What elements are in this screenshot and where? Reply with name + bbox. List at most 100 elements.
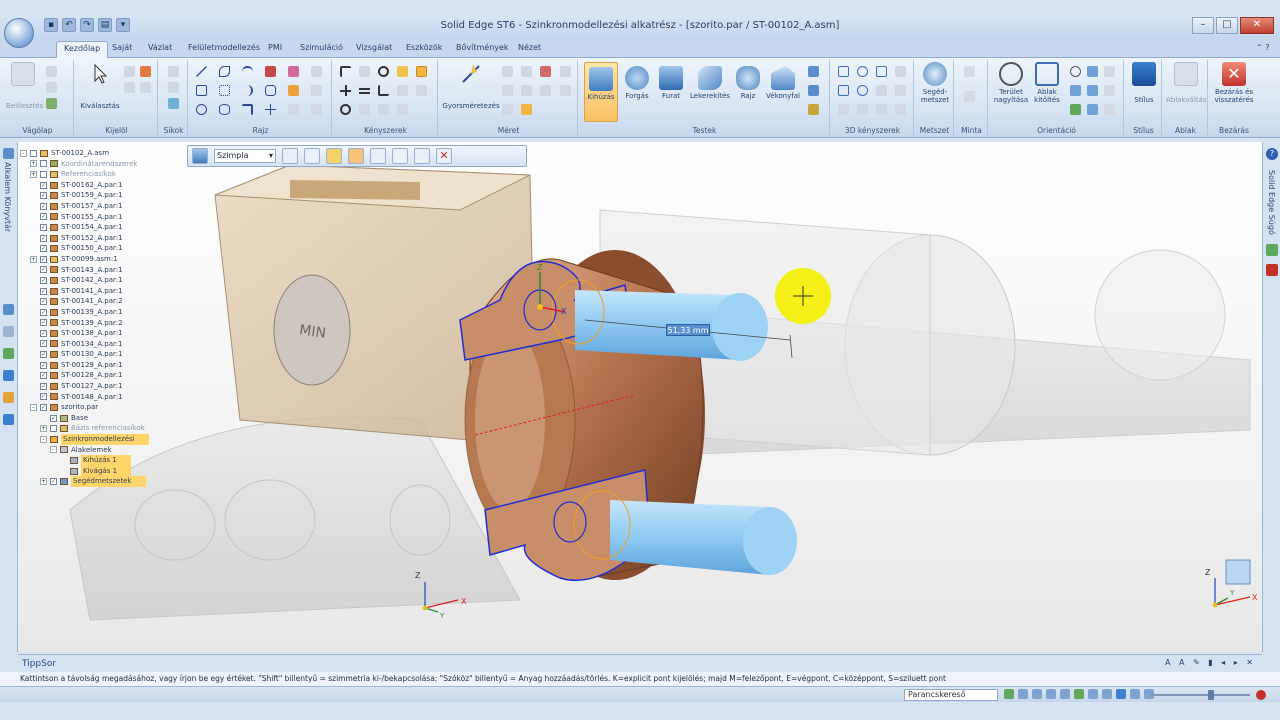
library-icon[interactable] [3,148,14,159]
tree-item[interactable]: + Bázis referenciasíkok [20,423,180,434]
select-box-icon[interactable] [124,66,135,77]
tree-item[interactable]: ✓ ST-00128_A.par:1 [20,370,180,381]
section-button[interactable]: Segéd-metszet [918,62,952,104]
status-section-icon[interactable] [1130,689,1140,699]
tree-item[interactable]: ✓ Base [20,413,180,424]
visibility-checkbox[interactable]: ✓ [40,276,47,284]
tree-item[interactable]: ✓ ST-00162_A.par:1 [20,180,180,191]
symmetric-3d-icon[interactable] [876,85,887,96]
curve-icon[interactable] [219,66,230,77]
bottom-cylinder-end[interactable] [743,507,797,575]
dim-table-icon[interactable] [521,104,532,115]
dimension-value-input[interactable]: 51,33 mm [666,324,710,336]
perpendicular-3d-icon[interactable] [895,66,906,77]
visibility-checkbox[interactable]: ✓ [40,340,47,348]
concentric-3d-icon[interactable] [857,85,868,96]
tree-item[interactable]: ✓ ST-00127_A.par:1 [20,381,180,392]
expand-icon[interactable]: + [40,425,47,433]
rotate-icon[interactable] [397,104,408,115]
sensors-icon[interactable] [3,348,14,359]
collapse-icon[interactable]: - [50,446,57,454]
arc-tangent-icon[interactable] [242,85,253,96]
collapse-icon[interactable]: - [30,404,37,412]
visibility-checkbox[interactable]: ✓ [40,329,47,337]
tree-item[interactable]: ✓ ST-00150_A.par:1 [20,243,180,254]
tree-item[interactable]: ✓ ST-00141_A.par:1 [20,286,180,297]
tree-item[interactable]: ✓ ST-00139_A.par:1 [20,307,180,318]
tree-item[interactable]: - ✓ szorito.par [20,402,180,413]
expand-icon[interactable]: + [30,255,37,263]
tree-item[interactable]: ✓ ST-00142_A.par:1 [20,275,180,286]
text-icon[interactable] [560,85,571,96]
visibility-checkbox[interactable]: ✓ [40,266,47,274]
polygon-icon[interactable] [219,85,230,96]
status-style-icon[interactable] [1102,689,1112,699]
dim-chain-icon[interactable] [521,85,532,96]
keypoints-icon[interactable] [304,148,320,164]
through-all-icon[interactable] [414,148,430,164]
3d-viewport[interactable]: MIN Z X Z X Y Z X Y [18,142,1262,652]
visibility-checkbox[interactable]: ✓ [50,478,57,486]
status-rotate-icon[interactable] [1060,689,1070,699]
maximize-button[interactable]: □ [1216,17,1238,34]
connect-icon[interactable] [340,66,351,77]
cut-icon[interactable] [46,66,57,77]
side-step-icon[interactable] [392,148,408,164]
tree-item[interactable]: ✓ ST-00141_A.par:2 [20,296,180,307]
triangle-icon[interactable] [288,104,299,115]
tab-vazlat[interactable]: Vázlat [148,43,172,52]
visibility-checkbox[interactable]: ✓ [40,308,47,316]
zoom-area-button[interactable]: Terület nagyítása [992,62,1030,104]
line-style-icon[interactable] [282,148,298,164]
tree-item[interactable]: ✓ ST-00148_A.par:1 [20,392,180,403]
prompt-bar-tools[interactable]: A A ✎ ▮ ◂ ▸ ✕ [1165,658,1256,667]
select-tool-button[interactable]: Kiválasztás [80,62,120,110]
stop-icon[interactable] [1256,690,1266,700]
parallel-icon[interactable] [876,66,887,77]
extend-icon[interactable] [265,85,276,96]
visibility-checkbox[interactable]: ✓ [40,213,47,221]
paste-button[interactable]: Beillesztés [6,62,43,110]
smart-dimension-button[interactable]: Gyorsméretezés [442,62,500,110]
tangent-3d-icon[interactable] [838,85,849,96]
visibility-checkbox[interactable]: ✓ [40,223,47,231]
visibility-checkbox[interactable]: ✓ [40,319,47,327]
circle-icon[interactable] [196,104,207,115]
tree-item[interactable]: Kivágás 1 [20,465,180,477]
collapse-icon[interactable]: - [20,149,27,157]
ground-icon[interactable] [876,104,887,115]
cmdbar-extrude-icon[interactable] [192,148,208,164]
tab-pmi[interactable]: PMI [268,43,282,52]
coaxial-icon[interactable] [857,66,868,77]
extent-icon[interactable] [348,148,364,164]
tab-nezet[interactable]: Nézet [518,43,541,52]
pathfinder-icon[interactable] [3,304,14,315]
tab-kezdolap[interactable]: Kezdőlap [56,41,109,59]
zoom-icon[interactable] [1070,66,1081,77]
variables-icon[interactable] [3,414,14,425]
selection-type-dropdown[interactable]: Szimpla [214,149,276,163]
tree-item[interactable]: ✓ ST-00154_A.par:1 [20,222,180,233]
lock-3d-icon[interactable] [895,104,906,115]
tree-item[interactable]: + ✓ Segédmetszetek [20,476,180,487]
perpendicular-icon[interactable] [378,85,389,96]
tab-bovitmenyek[interactable]: Bővítmények [456,43,509,52]
offset-icon[interactable] [311,66,322,77]
cancel-x-icon[interactable]: ✕ [436,148,452,164]
visibility-checkbox[interactable]: ✓ [40,245,47,253]
fill-icon[interactable] [288,85,299,96]
command-finder-input[interactable]: Parancskereső [904,689,998,701]
format-painter-icon[interactable] [46,98,57,109]
visibility-checkbox[interactable] [40,170,47,178]
relate-active-icon[interactable] [416,66,427,77]
status-view-icon[interactable] [1074,689,1084,699]
ellipse-icon[interactable] [219,104,230,115]
point-icon[interactable] [311,104,322,115]
lock-icon[interactable] [397,66,408,77]
previous-view-icon[interactable] [1104,85,1115,96]
refresh-icon[interactable] [1070,104,1081,115]
help-tab[interactable]: Solid Edge Súgó [1267,170,1276,235]
close-button[interactable]: ✕ [1240,17,1274,34]
visibility-checkbox[interactable]: ✓ [40,372,47,380]
fillet-icon[interactable] [265,66,276,77]
